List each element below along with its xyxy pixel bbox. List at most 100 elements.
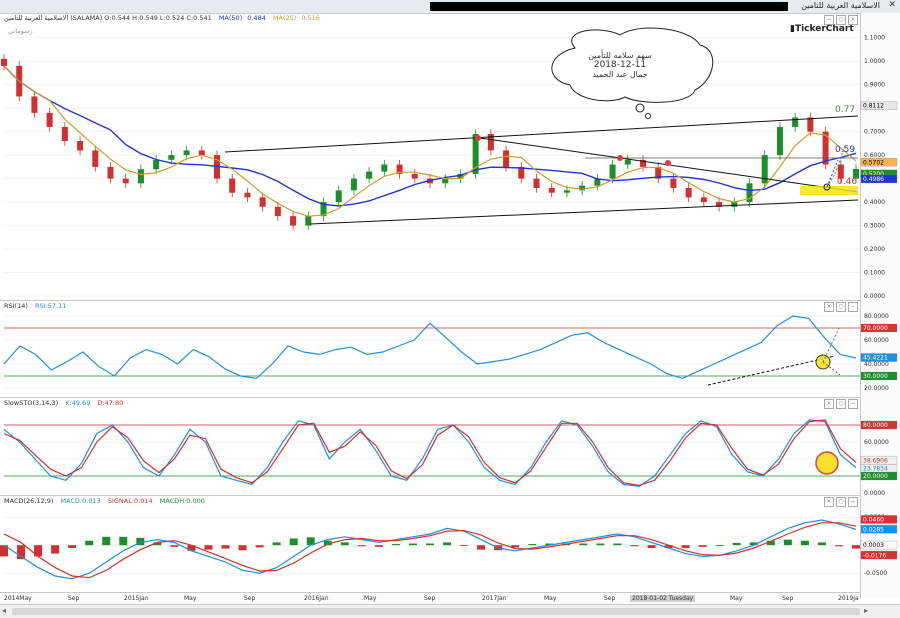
macd-histogram-bar xyxy=(391,544,400,546)
candle-body xyxy=(153,159,160,170)
macd-label: MACD(26,12,9) xyxy=(4,497,54,505)
sto-d-line xyxy=(3,419,857,487)
macd-histogram-bar xyxy=(221,545,230,549)
candle-body xyxy=(685,188,692,198)
candle-body xyxy=(92,150,99,167)
candle-body xyxy=(411,173,418,179)
price-value-box-label: 0.4986 xyxy=(863,176,884,183)
macd-histogram-bar xyxy=(528,544,537,546)
candle-body xyxy=(548,188,555,193)
macd-histogram-bar xyxy=(204,545,213,550)
scroll-left-icon[interactable]: ◂ xyxy=(2,606,6,615)
macd-line xyxy=(3,519,857,580)
signal-value: SIGNAL:0.014 xyxy=(107,497,153,505)
candle-body xyxy=(1,58,7,66)
sto-minimize-icon[interactable]: − xyxy=(848,399,858,409)
sto-tick-label: 60.0000 xyxy=(864,439,889,446)
time-axis-label: Sep xyxy=(604,595,616,602)
macd-histogram-bar xyxy=(289,538,298,546)
candle-body xyxy=(563,190,570,193)
candle-body xyxy=(670,178,677,188)
candle-body xyxy=(290,216,297,226)
rsi-value: RSI:57.11 xyxy=(34,302,67,310)
macd-histogram-bar xyxy=(477,545,486,550)
chart-canvas[interactable]: 1.10001.00000.90000.80000.70000.60000.50… xyxy=(0,0,900,617)
chart-scrollbar[interactable]: ◂ ▸ xyxy=(0,604,900,618)
sto-highlight-circle xyxy=(815,451,839,475)
peak-marker xyxy=(475,135,481,141)
support-zone-highlight xyxy=(800,186,858,195)
macd-histogram-bar xyxy=(715,545,724,546)
macd-settings-icon[interactable]: ○ xyxy=(836,497,846,507)
peak-marker xyxy=(665,160,671,166)
macd-histogram-bar xyxy=(426,543,434,546)
price-value-box-label: 0.8112 xyxy=(863,103,884,110)
watermark-text: رسوماتي xyxy=(8,27,33,35)
macd-histogram-bar xyxy=(460,545,469,546)
pane-settings-icon[interactable]: ○ xyxy=(836,15,846,25)
sto-value-box-label: 80.0000 xyxy=(863,422,888,429)
macd-tick-label: -0.0500 xyxy=(864,570,887,577)
candle-body xyxy=(274,206,281,217)
candle-body xyxy=(137,169,144,184)
ma25-line xyxy=(3,65,857,217)
time-axis-label: Sep xyxy=(68,595,80,602)
price-tick-label: 0.9000 xyxy=(864,82,885,89)
rsi-legend: RSI(14) RSI:57.11 xyxy=(4,302,71,310)
candle-body xyxy=(198,150,205,156)
macd-histogram-bar xyxy=(340,542,349,546)
macd-legend: MACD(26,12,9) MACD:0.013 SIGNAL:0.014 MA… xyxy=(4,497,210,505)
time-axis-label: Sep xyxy=(782,595,794,602)
note-cloud-bubble xyxy=(645,113,651,119)
rsi-tick-label: 40.0000 xyxy=(864,361,889,368)
sto-legend: SlowSTO(3,14,3) K:49.69 D:47.80 xyxy=(4,399,128,407)
macd-histogram-bar xyxy=(613,543,622,546)
macd-histogram-bar xyxy=(817,542,826,546)
macd-histogram-bar xyxy=(681,545,690,548)
scroll-right-icon[interactable]: ▸ xyxy=(864,606,868,615)
rsi-close-icon[interactable]: × xyxy=(824,302,834,312)
sto-k-value: K:49.69 xyxy=(65,399,91,407)
macd-histogram-bar xyxy=(255,545,264,548)
price-tick-label: 0.3000 xyxy=(864,223,885,230)
target-label: 0.77 xyxy=(835,105,855,115)
sto-settings-icon[interactable]: ○ xyxy=(836,399,846,409)
scroll-thumb[interactable] xyxy=(12,608,860,615)
rsi-minimize-icon[interactable]: − xyxy=(848,302,858,312)
macd-close-icon[interactable]: × xyxy=(824,497,834,507)
candle-body xyxy=(442,178,449,184)
candle-body xyxy=(107,166,114,179)
time-axis-label: May xyxy=(184,595,197,602)
rsi-settings-icon[interactable]: ○ xyxy=(836,302,846,312)
macd-histogram-bar xyxy=(85,540,94,546)
candle-body xyxy=(731,202,738,207)
sto-value-box-label: 20.0000 xyxy=(863,473,888,480)
macd-histogram-bar xyxy=(119,536,128,546)
candle-body xyxy=(244,192,251,198)
ma50-value: 0.484 xyxy=(247,14,266,22)
sto-close-icon[interactable]: × xyxy=(824,399,834,409)
macd-histogram-bar xyxy=(579,543,588,546)
macd-minimize-icon[interactable]: − xyxy=(848,497,858,507)
trendline-lower xyxy=(309,199,859,225)
macd-histogram-bar xyxy=(272,542,281,546)
macd-histogram-bar xyxy=(630,545,639,547)
note-line-2: 2018-12-11 xyxy=(593,60,647,70)
candle-body xyxy=(168,155,175,160)
macd-histogram-bar xyxy=(51,545,60,554)
peak-marker xyxy=(617,155,623,161)
candle-body xyxy=(61,126,68,142)
price-tick-label: 0.0000 xyxy=(864,293,885,300)
pane-close-icon[interactable]: × xyxy=(848,15,858,25)
candle-body xyxy=(366,171,373,179)
macd-histogram-bar xyxy=(647,545,656,548)
time-axis-label: May xyxy=(364,595,377,602)
macd-histogram-bar xyxy=(800,540,809,546)
note-line-1: سهم سلامه للتأمين xyxy=(588,51,652,60)
rsi-value-box-label: 45.4221 xyxy=(863,355,888,362)
note-cloud-bubble xyxy=(635,103,645,113)
macd-histogram-bar xyxy=(834,545,843,547)
pane-minimize-icon[interactable]: − xyxy=(824,15,834,25)
price-legend: الاسلامية العربية للتامين (SALAMA) O:0.5… xyxy=(4,14,325,22)
macd-value: MACD:0.013 xyxy=(60,497,101,505)
